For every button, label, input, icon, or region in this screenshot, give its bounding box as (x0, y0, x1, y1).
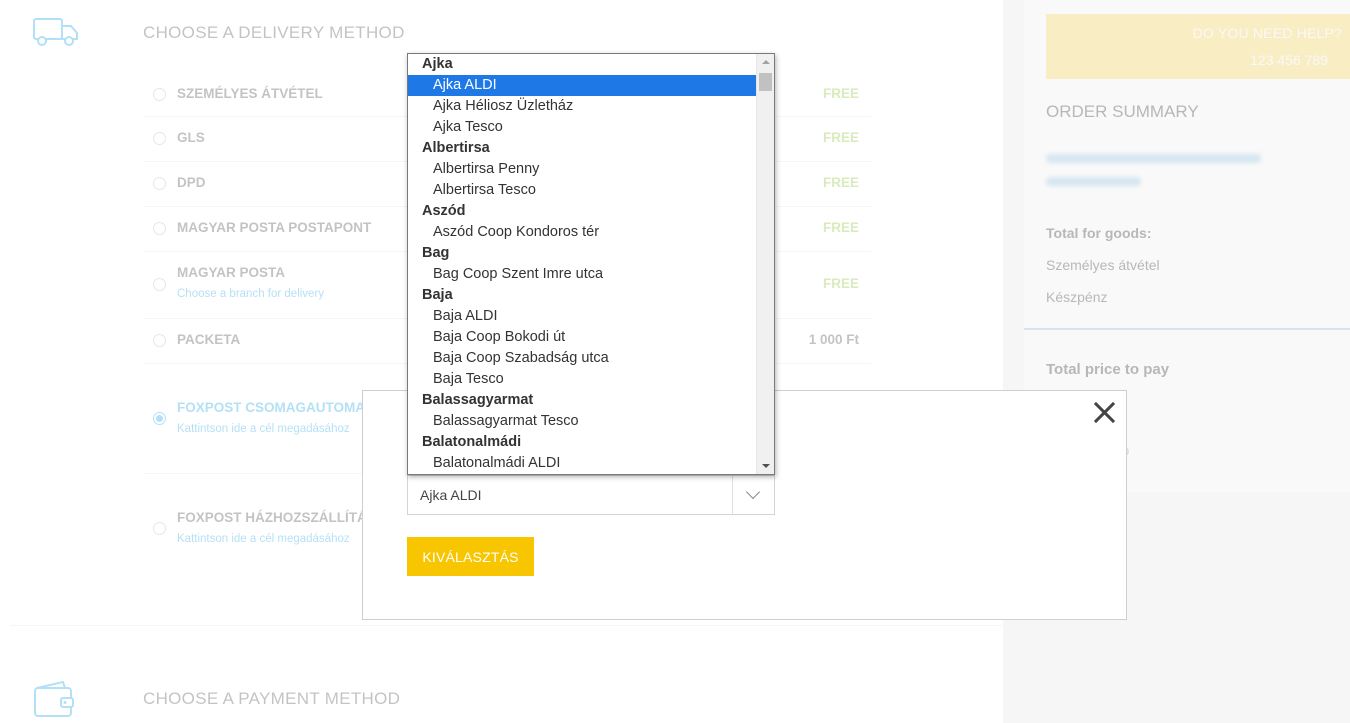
dropdown-option[interactable]: Albertirsa Tesco (408, 180, 758, 201)
help-phone[interactable]: 123 456 789 (1250, 52, 1328, 68)
dropdown-options: Ajka Ajka ALDI Ajka Héliosz Üzletház Ajka T… (408, 54, 758, 474)
blurred-product-line (1046, 177, 1141, 186)
scroll-down-icon[interactable] (762, 464, 770, 468)
option-label: FOXPOST HÁZHOZSZÁLLÍTÁ (177, 510, 367, 525)
option-group-label: Aszód (422, 203, 466, 219)
option-price: FREE (822, 86, 859, 101)
radio-button[interactable] (153, 177, 166, 190)
option-group-label: Bag (422, 245, 450, 261)
dropdown-option[interactable]: Ajka Héliosz Üzletház (408, 96, 758, 117)
radio-button[interactable] (153, 278, 166, 291)
help-question: DO YOU NEED HELP? (1192, 25, 1342, 41)
option-label: GLS (177, 130, 205, 145)
option-price: FREE (822, 220, 859, 235)
scrollbar-thumb[interactable] (759, 73, 772, 91)
radio-button[interactable] (153, 334, 166, 347)
dropdown-scrollbar[interactable] (756, 54, 774, 474)
option-group-label: Balassagyarmat (422, 392, 534, 408)
option-group-label: Albertirsa (422, 140, 490, 156)
summary-delivery-line: Személyes átvétel (1046, 257, 1160, 273)
option-price: FREE (822, 130, 859, 145)
dropdown-option[interactable]: Balassagyarmat Tesco (408, 411, 758, 432)
radio-button[interactable] (153, 522, 166, 535)
wallet-icon (34, 680, 74, 717)
dropdown-option[interactable]: Bag Coop Szent Imre utca (408, 264, 758, 285)
help-box[interactable]: DO YOU NEED HELP? 123 456 789 (1046, 14, 1350, 79)
option-group-label: Baja (422, 287, 453, 303)
option-label: DPD (177, 175, 206, 190)
section-divider (10, 625, 1002, 626)
dropdown-option[interactable]: Baja ALDI (408, 306, 758, 327)
option-label: FOXPOST CSOMAGAUTOMAT (177, 400, 373, 415)
summary-divider (1024, 328, 1350, 330)
option-price: FREE (822, 276, 859, 291)
radio-button[interactable] (153, 132, 166, 145)
dropdown-option[interactable]: Albertirsa Penny (408, 159, 758, 180)
blurred-product-line (1046, 154, 1261, 163)
select-branch-button[interactable]: KIVÁLASZTÁS (407, 537, 534, 576)
truck-icon (33, 18, 78, 46)
option-label: MAGYAR POSTA (177, 265, 286, 280)
option-price: FREE (822, 175, 859, 190)
option-sublabel[interactable]: Kattintson ide a cél megadásához (177, 533, 350, 545)
payment-method-title: CHOOSE A PAYMENT METHOD (143, 689, 401, 708)
dropdown-option[interactable]: Baja Tesco (408, 369, 758, 390)
dropdown-option[interactable]: Ajka Tesco (408, 117, 758, 138)
delivery-method-title: CHOOSE A DELIVERY METHOD (143, 23, 405, 42)
dropdown-option[interactable]: Balatonalmádi ALDI (408, 453, 758, 474)
dropdown-option[interactable]: Baja Coop Bokodi út (408, 327, 758, 348)
branch-dropdown-list[interactable]: Ajka Ajka ALDI Ajka Héliosz Üzletház Ajka T… (407, 53, 775, 475)
option-sublabel[interactable]: Choose a branch for delivery (177, 288, 324, 300)
option-label: PACKETA (177, 332, 241, 347)
close-icon[interactable] (1092, 400, 1116, 424)
chevron-down-icon[interactable] (745, 484, 761, 500)
option-label: MAGYAR POSTA POSTAPONT (177, 220, 372, 235)
option-sublabel[interactable]: Kattintson ide a cél megadásához (177, 423, 350, 435)
option-group-label: Ajka (422, 56, 453, 72)
radio-button[interactable] (153, 222, 166, 235)
total-price-label: Total price to pay (1046, 361, 1170, 378)
option-group-label: Balatonalmádi (422, 434, 522, 450)
dropdown-option[interactable]: Aszód Coop Kondoros tér (408, 222, 758, 243)
option-price: 1 000 Ft (808, 332, 859, 347)
dropdown-option-selected[interactable]: Ajka ALDI (408, 75, 758, 96)
radio-button[interactable] (153, 88, 166, 101)
dropdown-option[interactable]: Baja Coop Szabadság utca (408, 348, 758, 369)
summary-payment-line: Készpénz (1046, 289, 1108, 305)
branch-select[interactable]: Ajka ALDI (407, 475, 775, 515)
total-goods-label: Total for goods: (1046, 225, 1152, 241)
order-summary-title: ORDER SUMMARY (1046, 102, 1199, 121)
select-separator (732, 476, 733, 514)
option-label: SZEMÉLYES ÁTVÉTEL (177, 86, 323, 101)
radio-button-checked[interactable] (153, 412, 166, 425)
branch-select-value: Ajka ALDI (420, 487, 482, 503)
scroll-up-icon[interactable] (762, 60, 770, 64)
